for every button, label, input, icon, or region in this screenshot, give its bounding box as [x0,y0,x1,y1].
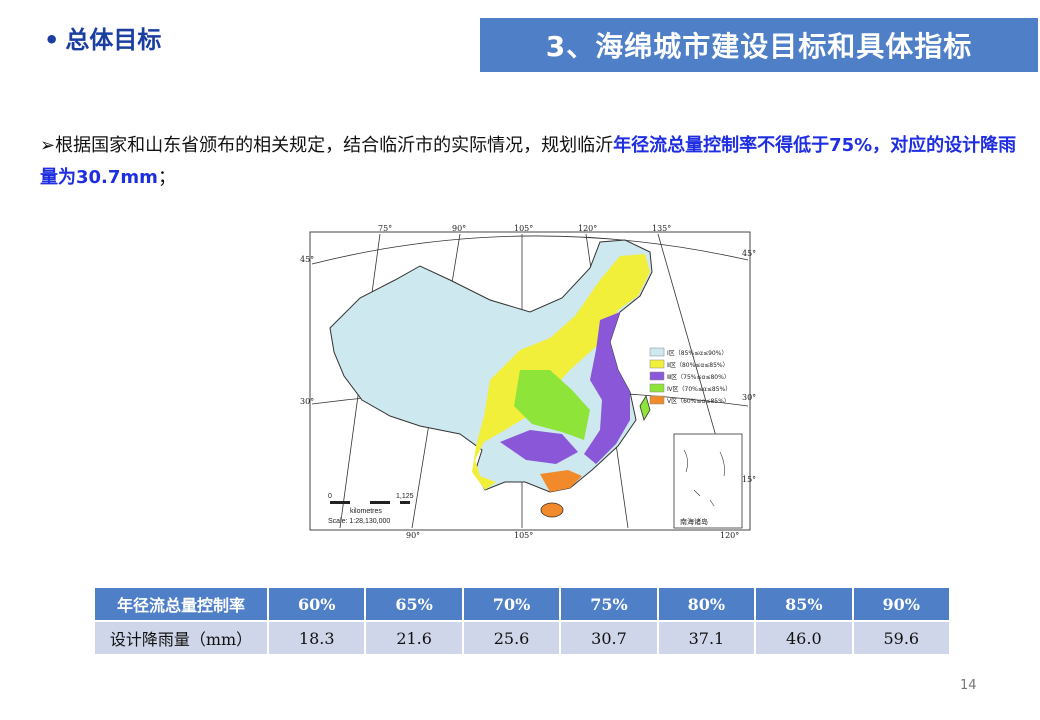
body-tail-text: ； [157,167,176,188]
table-header-row: 年径流总量控制率 60% 65% 70% 75% 80% 85% 90% [95,588,952,621]
row-label-cell: 设计降雨量（mm） [95,620,269,654]
lon-top-135: 135° [652,224,671,233]
section-title-text: 总体目标 [65,26,162,54]
rate-cell: 80% [657,588,757,621]
legend-label-5: Ⅴ区（60%≤α≤85%） [667,398,730,405]
rainfall-cell: 37.1 [657,620,757,654]
legend-label-2: Ⅱ区（80%≤α≤85%） [667,362,729,369]
legend-swatch-4 [649,383,665,393]
lat-right-45: 45° [742,249,756,258]
rate-cell: 70% [462,588,562,621]
rainfall-cell: 21.6 [365,620,464,654]
rainfall-cell: 30.7 [560,620,659,654]
lon-top-75: 75° [378,224,392,233]
scale-line-gap [350,501,370,504]
table-row: 设计降雨量（mm） 18.3 21.6 25.6 30.7 37.1 46.0 … [95,620,952,654]
body-paragraph: ➢根据国家和山东省颁布的相关规定，结合临沂市的实际情况，规划临沂年径流总量控制率… [40,130,1030,194]
rate-cell: 90% [852,588,952,621]
lon-top-90: 90° [452,224,466,233]
scale-ratio: Scale: 1:28,130,000 [328,518,390,525]
rainfall-cell: 59.6 [852,620,952,654]
lon-bottom-90: 90° [406,531,420,540]
inset-frame [673,433,743,529]
rainfall-cell: 46.0 [755,620,854,654]
china-zoning-map: 75° 90° 105° 120° 135° 90° 105° 120° 45°… [300,220,760,540]
bullet-icon: • [44,26,60,54]
map-svg: 75° 90° 105° 120° 135° 90° 105° 120° 45°… [300,220,760,540]
scale-line-gap-2 [390,501,400,504]
scale-end: 1,125 [396,493,414,500]
header-label-cell: 年径流总量控制率 [95,588,269,621]
rate-cell: 60% [268,588,367,621]
rate-cell: 65% [365,588,464,621]
rate-cell: 75% [560,588,659,621]
page-number: 14 [960,678,977,693]
rainfall-cell: 25.6 [462,620,562,654]
legend-label-3: Ⅲ区（75%≤α≤80%） [667,374,730,381]
lat-right-30: 30° [742,393,756,402]
legend-swatch-2 [649,359,665,369]
legend-swatch-3 [649,371,665,381]
inset-label: 南海诸岛 [680,517,708,526]
lon-bottom-120: 120° [720,531,739,540]
scale-unit: kilometres [350,508,382,515]
title-banner: 3、海绵城市建设目标和具体指标 [480,18,1038,72]
rate-cell: 85% [755,588,854,621]
body-plain-text: 根据国家和山东省颁布的相关规定，结合临沂市的实际情况，规划临沂 [55,135,614,156]
scale-start: 0 [328,493,332,500]
banner-title: 3、海绵城市建设目标和具体指标 [545,30,973,63]
legend-swatch-1 [649,347,665,357]
rainfall-cell: 18.3 [268,620,367,654]
legend-swatch-5 [649,395,665,405]
lat-left-45: 45° [300,255,314,264]
legend-label-4: Ⅳ区（70%≤α≤85%） [667,386,731,393]
lon-bottom-105: 105° [514,531,533,540]
arrow-bullet-icon: ➢ [40,135,56,156]
lat-right-15: 15° [742,475,756,484]
section-title: • 总体目标 [44,20,161,55]
lat-left-30: 30° [300,397,314,406]
lon-top-120: 120° [578,224,597,233]
rainfall-table: 年径流总量控制率 60% 65% 70% 75% 80% 85% 90% 设计降… [95,588,952,654]
hainan-island [540,502,564,518]
legend-label-1: Ⅰ区（85%≤α≤90%） [667,350,727,357]
south-sea-inset: 南海诸岛 [673,433,743,529]
lon-top-105: 105° [514,224,533,233]
